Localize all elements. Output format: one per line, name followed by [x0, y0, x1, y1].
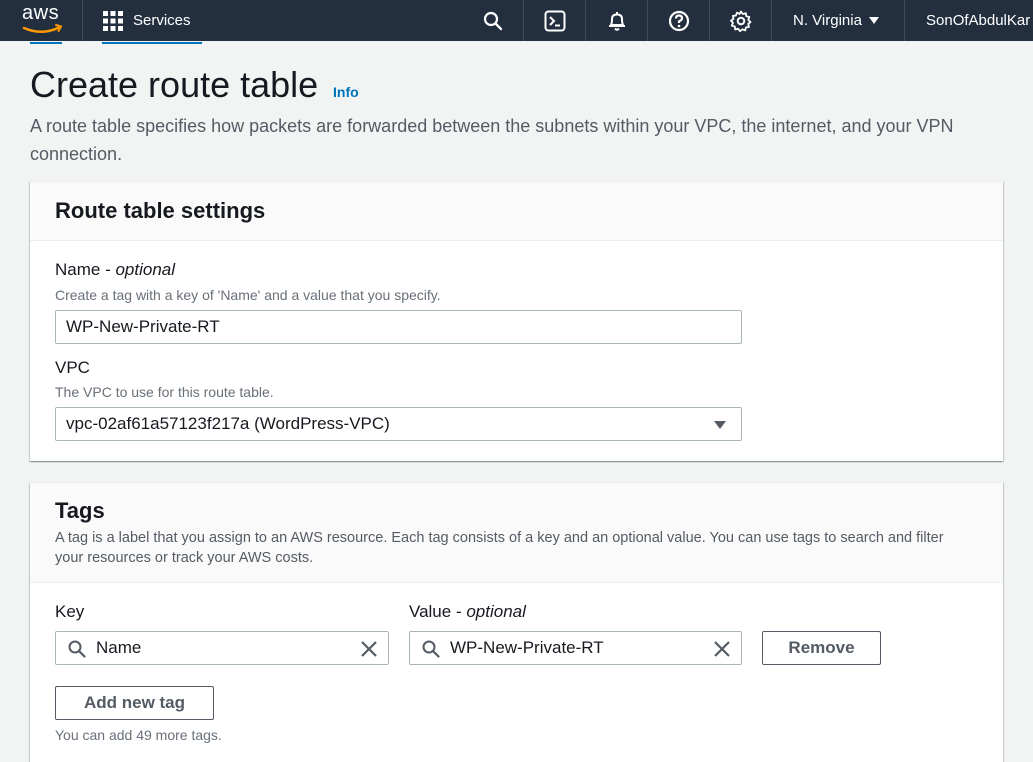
name-field-label: Name - optional: [55, 260, 175, 280]
settings-button[interactable]: [721, 0, 761, 41]
key-label: Key: [55, 602, 85, 621]
clear-icon[interactable]: [713, 640, 731, 658]
add-new-tag-button[interactable]: Add new tag: [55, 686, 214, 720]
value-label-text: Value -: [409, 602, 467, 621]
tag-key-value: Name: [96, 638, 142, 657]
nav-divider: [523, 0, 524, 41]
caret-down-icon: [714, 421, 726, 429]
region-selector[interactable]: N. Virginia: [793, 0, 880, 41]
panel-title: Route table settings: [55, 198, 266, 223]
nav-divider: [904, 0, 905, 41]
optional-label: optional: [115, 260, 176, 279]
nav-divider: [771, 0, 772, 41]
region-label: N. Virginia: [793, 12, 862, 29]
remove-tag-button[interactable]: Remove: [762, 631, 881, 665]
name-field-description: Create a tag with a key of 'Name' and a …: [55, 287, 441, 303]
cloudshell-icon: [544, 10, 566, 31]
panel-header: Route table settings: [30, 182, 1003, 241]
breadcrumb-link[interactable]: [30, 42, 62, 44]
nav-divider: [585, 0, 586, 41]
search-icon: [68, 640, 86, 658]
page-description: A route table specifies how packets are …: [30, 116, 954, 164]
gear-icon: [730, 10, 752, 32]
services-label: Services: [133, 12, 191, 29]
account-name: SonOfAbdulKar: [926, 12, 1031, 29]
name-label-text: Name -: [55, 260, 116, 279]
bell-icon: [609, 11, 625, 31]
aws-logo[interactable]: aws: [20, 2, 66, 38]
caret-down-icon: [868, 16, 879, 24]
search-icon: [483, 11, 503, 30]
cloudshell-button[interactable]: [535, 0, 575, 41]
search-icon: [422, 640, 440, 658]
aws-smile-icon: [22, 24, 63, 33]
breadcrumb-link[interactable]: [102, 42, 202, 44]
tags-title: Tags: [55, 498, 105, 523]
grid-icon: [103, 10, 123, 31]
help-button[interactable]: [659, 0, 699, 41]
tag-value-value: WP-New-Private-RT: [450, 638, 604, 657]
value-label: Value - optional: [409, 602, 526, 622]
vpc-field-label: VPC: [55, 358, 90, 377]
info-link[interactable]: Info: [333, 84, 359, 100]
tag-key-input[interactable]: Name: [55, 631, 389, 665]
optional-label: optional: [466, 602, 526, 621]
route-table-settings-panel: Route table settings Name - optional Cre…: [30, 181, 1003, 461]
services-menu[interactable]: Services: [103, 0, 191, 41]
search-button[interactable]: [473, 0, 513, 41]
page-title: Create route table: [30, 64, 319, 105]
help-icon: [668, 10, 690, 31]
top-navigation: aws Services N. Virginia SonOfAbdulKar: [0, 0, 1033, 41]
tags-description: A tag is a label that you assign to an A…: [55, 530, 944, 566]
vpc-select[interactable]: vpc-02af61a57123f217a (WordPress-VPC): [55, 407, 742, 441]
nav-divider: [82, 0, 83, 41]
tag-value-input[interactable]: WP-New-Private-RT: [409, 631, 742, 665]
account-menu[interactable]: SonOfAbdulKar: [926, 0, 1030, 41]
tags-panel: Tags A tag is a label that you assign to…: [30, 482, 1003, 762]
nav-divider: [647, 0, 648, 41]
name-input[interactable]: WP-New-Private-RT: [55, 310, 742, 344]
notifications-button[interactable]: [597, 0, 637, 41]
panel-header: Tags A tag is a label that you assign to…: [30, 483, 1003, 583]
vpc-field-description: The VPC to use for this route table.: [55, 384, 274, 400]
nav-divider: [709, 0, 710, 41]
clear-icon[interactable]: [360, 640, 378, 658]
tag-limit-text: You can add 49 more tags.: [55, 727, 222, 743]
vpc-select-value: vpc-02af61a57123f217a (WordPress-VPC): [66, 414, 390, 433]
